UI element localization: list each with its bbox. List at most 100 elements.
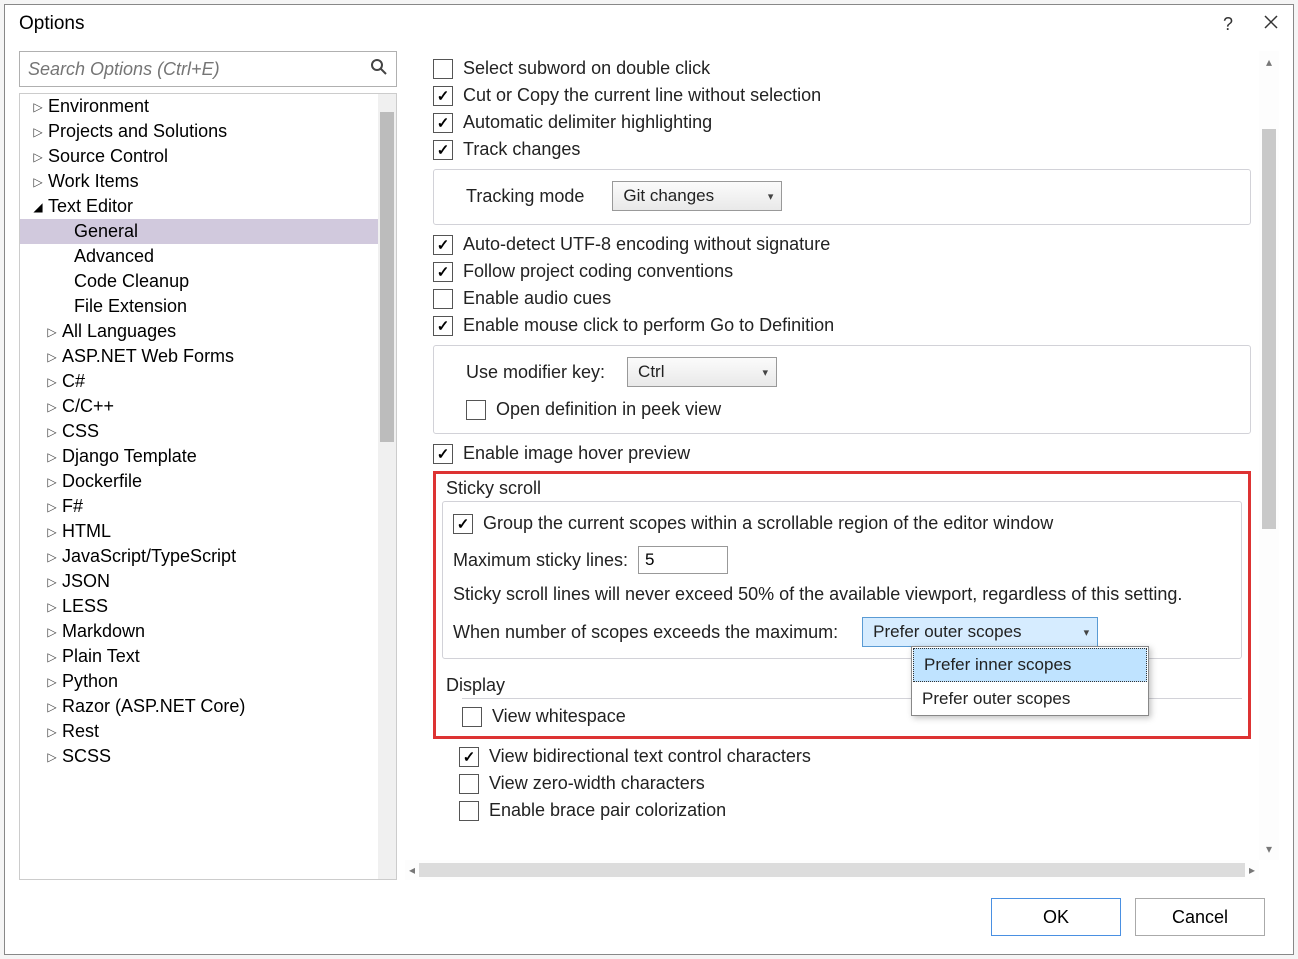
combo-modifier-key[interactable]: Ctrl▾ bbox=[627, 357, 777, 387]
checkbox-sticky-group[interactable]: ✓ bbox=[453, 514, 473, 534]
help-icon[interactable]: ? bbox=[1223, 14, 1233, 35]
chevron-right-icon[interactable]: ▷ bbox=[46, 450, 58, 464]
tree-item[interactable]: ▷Environment bbox=[20, 94, 396, 119]
tree-item[interactable]: ▷ HTML bbox=[20, 519, 396, 544]
checkbox-utf8[interactable]: ✓ bbox=[433, 235, 453, 255]
tree-item-label: Code Cleanup bbox=[74, 271, 189, 292]
checkbox-gotodef[interactable]: ✓ bbox=[433, 316, 453, 336]
tree-item-label: Text Editor bbox=[48, 196, 133, 217]
chevron-right-icon[interactable]: ▷ bbox=[46, 600, 58, 614]
input-sticky-max[interactable] bbox=[638, 546, 728, 574]
tree-item[interactable]: ▷Plain Text bbox=[20, 644, 396, 669]
tree-item[interactable]: ▷Source Control bbox=[20, 144, 396, 169]
tree-item-label: F# bbox=[62, 496, 83, 517]
tree-item[interactable]: ▷Dockerfile bbox=[20, 469, 396, 494]
combo-tracking-mode[interactable]: Git changes▾ bbox=[612, 181, 782, 211]
tree-item[interactable]: ▷Rest bbox=[20, 719, 396, 744]
chevron-right-icon[interactable]: ▷ bbox=[46, 575, 58, 589]
tree-item[interactable]: ▷JavaScript/TypeScript bbox=[20, 544, 396, 569]
panel-hscrollbar[interactable]: ◂ ▸ bbox=[405, 860, 1259, 880]
tree-item[interactable]: ▷Razor (ASP.NET Core) bbox=[20, 694, 396, 719]
tree-item[interactable]: ▷C/C++ bbox=[20, 394, 396, 419]
tree-item[interactable]: ▷Work Items bbox=[20, 169, 396, 194]
checkbox-bidi[interactable]: ✓ bbox=[459, 747, 479, 767]
checkbox-delim[interactable]: ✓ bbox=[433, 113, 453, 133]
scroll-left-icon[interactable]: ◂ bbox=[409, 863, 415, 877]
tree-item-label: CSS bbox=[62, 421, 99, 442]
checkbox-conventions[interactable]: ✓ bbox=[433, 262, 453, 282]
label-sticky-exceed: When number of scopes exceeds the maximu… bbox=[453, 622, 838, 643]
checkbox-track[interactable]: ✓ bbox=[433, 140, 453, 160]
label-delim: Automatic delimiter highlighting bbox=[463, 112, 712, 133]
tree-item[interactable]: ▷LESS bbox=[20, 594, 396, 619]
chevron-right-icon[interactable]: ▷ bbox=[46, 475, 58, 489]
tree-item[interactable]: ▷ASP.NET Web Forms bbox=[20, 344, 396, 369]
tree-item[interactable]: File Extension bbox=[20, 294, 396, 319]
tree-item-label: HTML bbox=[62, 521, 111, 542]
tree-item[interactable]: ◢ Text Editor bbox=[20, 194, 396, 219]
chevron-right-icon[interactable]: ▷ bbox=[46, 325, 58, 339]
panel-vscrollbar[interactable]: ▴ ▾ bbox=[1259, 51, 1279, 860]
dropdown-option-outer[interactable]: Prefer outer scopes bbox=[912, 683, 1148, 715]
scroll-right-icon[interactable]: ▸ bbox=[1249, 863, 1255, 877]
tree-item[interactable]: ▷Django Template bbox=[20, 444, 396, 469]
chevron-right-icon[interactable]: ▷ bbox=[46, 650, 58, 664]
tree-item[interactable]: ▷C# bbox=[20, 369, 396, 394]
chevron-right-icon[interactable]: ▷ bbox=[46, 750, 58, 764]
checkbox-audio[interactable] bbox=[433, 289, 453, 309]
tree-item[interactable]: ▷SCSS bbox=[20, 744, 396, 769]
chevron-right-icon[interactable]: ▷ bbox=[46, 725, 58, 739]
label-audio: Enable audio cues bbox=[463, 288, 611, 309]
tree-item[interactable]: ▷Python bbox=[20, 669, 396, 694]
scroll-down-icon[interactable]: ▾ bbox=[1266, 842, 1272, 856]
label-modifier-key: Use modifier key: bbox=[466, 362, 605, 383]
combo-sticky-exceed[interactable]: Prefer outer scopes▾ bbox=[862, 617, 1098, 647]
label-track: Track changes bbox=[463, 139, 580, 160]
tree-item[interactable]: ▷JSON bbox=[20, 569, 396, 594]
chevron-right-icon[interactable]: ▷ bbox=[32, 175, 44, 189]
tree-item[interactable]: ▷ F# bbox=[20, 494, 396, 519]
label-sticky-max: Maximum sticky lines: bbox=[453, 550, 628, 571]
chevron-right-icon[interactable]: ▷ bbox=[32, 100, 44, 114]
options-tree[interactable]: ▷Environment▷Projects and Solutions▷Sour… bbox=[19, 93, 397, 880]
chevron-right-icon[interactable]: ▷ bbox=[46, 375, 58, 389]
chevron-right-icon[interactable]: ▷ bbox=[32, 150, 44, 164]
checkbox-brace[interactable] bbox=[459, 801, 479, 821]
checkbox-subword[interactable] bbox=[433, 59, 453, 79]
checkbox-whitespace[interactable] bbox=[462, 707, 482, 727]
search-box[interactable] bbox=[19, 51, 397, 87]
chevron-down-icon[interactable]: ◢ bbox=[32, 200, 44, 214]
tree-item[interactable]: Advanced bbox=[20, 244, 396, 269]
tree-item[interactable]: ▷ CSS bbox=[20, 419, 396, 444]
tree-item[interactable]: Code Cleanup bbox=[20, 269, 396, 294]
checkbox-imghover[interactable]: ✓ bbox=[433, 444, 453, 464]
ok-button[interactable]: OK bbox=[991, 898, 1121, 936]
tree-item[interactable]: ▷All Languages bbox=[20, 319, 396, 344]
chevron-right-icon[interactable]: ▷ bbox=[46, 675, 58, 689]
label-zerowidth: View zero-width characters bbox=[489, 773, 705, 794]
chevron-right-icon[interactable]: ▷ bbox=[46, 425, 58, 439]
chevron-right-icon[interactable]: ▷ bbox=[46, 525, 58, 539]
chevron-right-icon[interactable]: ▷ bbox=[46, 350, 58, 364]
close-icon[interactable] bbox=[1263, 14, 1279, 35]
checkbox-cutcopy[interactable]: ✓ bbox=[433, 86, 453, 106]
tree-item[interactable]: ▷Projects and Solutions bbox=[20, 119, 396, 144]
chevron-right-icon[interactable]: ▷ bbox=[46, 500, 58, 514]
cancel-button[interactable]: Cancel bbox=[1135, 898, 1265, 936]
search-input[interactable] bbox=[28, 59, 370, 80]
checkbox-zerowidth[interactable] bbox=[459, 774, 479, 794]
chevron-right-icon[interactable]: ▷ bbox=[46, 400, 58, 414]
chevron-right-icon[interactable]: ▷ bbox=[46, 550, 58, 564]
tree-scrollbar[interactable] bbox=[378, 94, 396, 879]
chevron-right-icon[interactable]: ▷ bbox=[46, 625, 58, 639]
scroll-up-icon[interactable]: ▴ bbox=[1266, 55, 1272, 69]
dropdown-option-inner[interactable]: Prefer inner scopes bbox=[913, 648, 1147, 682]
label-tracking-mode: Tracking mode bbox=[466, 186, 584, 207]
sticky-scroll-highlight: Sticky scroll ✓Group the current scopes … bbox=[433, 471, 1251, 739]
chevron-right-icon[interactable]: ▷ bbox=[32, 125, 44, 139]
tree-item[interactable]: ▷Markdown bbox=[20, 619, 396, 644]
checkbox-peek[interactable] bbox=[466, 400, 486, 420]
tree-item[interactable]: General bbox=[20, 219, 396, 244]
dropdown-sticky-exceed[interactable]: Prefer inner scopes Prefer outer scopes bbox=[911, 646, 1149, 716]
chevron-right-icon[interactable]: ▷ bbox=[46, 700, 58, 714]
